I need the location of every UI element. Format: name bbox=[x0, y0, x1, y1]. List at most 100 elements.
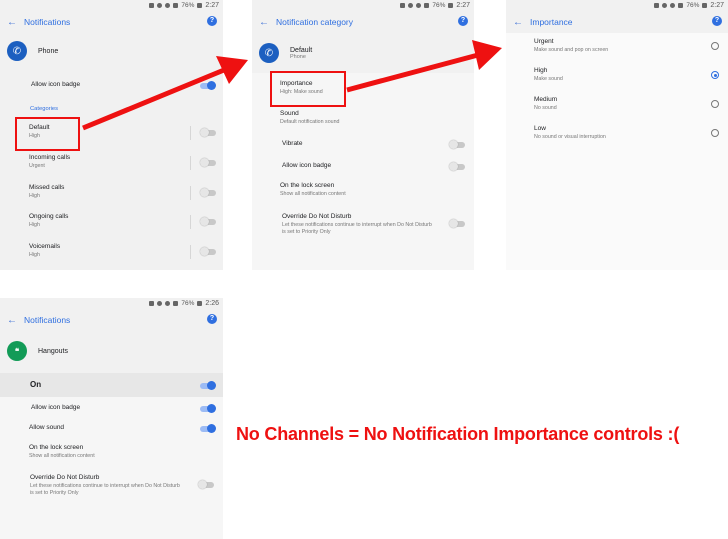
sound-label: Sound bbox=[280, 110, 299, 117]
bluetooth-icon bbox=[157, 301, 163, 306]
help-icon[interactable]: ? bbox=[458, 16, 468, 26]
battery-icon bbox=[197, 301, 203, 306]
battery-level: 76% bbox=[181, 300, 195, 307]
app-bar: ← Notifications ? bbox=[0, 309, 223, 331]
allow-icon-badge-toggle[interactable] bbox=[200, 404, 216, 413]
wifi-icon bbox=[678, 3, 684, 8]
category-importance: High bbox=[29, 193, 40, 199]
category-item-voicemails[interactable]: Voicemails High bbox=[0, 243, 223, 263]
app-name: Phone bbox=[38, 47, 59, 55]
category-item-missed-calls[interactable]: Missed calls High bbox=[0, 184, 223, 204]
divider bbox=[190, 215, 191, 229]
category-importance: High bbox=[29, 222, 40, 228]
app-bar: ← Importance ? bbox=[506, 11, 728, 33]
category-label: Voicemails bbox=[29, 243, 61, 250]
allow-icon-badge-label: Allow icon badge bbox=[31, 81, 81, 88]
master-switch-row[interactable]: On bbox=[0, 380, 223, 392]
option-radio[interactable] bbox=[711, 129, 719, 137]
battery-icon bbox=[197, 3, 203, 8]
highlight-box-default-category bbox=[15, 117, 80, 151]
phone-app-icon: ✆ bbox=[7, 41, 27, 61]
bluetooth-icon bbox=[157, 3, 163, 8]
option-radio-selected[interactable] bbox=[711, 71, 719, 79]
option-description: Make sound and pop on screen bbox=[534, 47, 609, 53]
category-toggle[interactable] bbox=[200, 158, 216, 167]
vibrate-icon bbox=[149, 301, 155, 306]
dnd-icon bbox=[670, 3, 676, 8]
sound-value: Default notification sound bbox=[280, 119, 340, 125]
wifi-icon bbox=[173, 301, 179, 306]
master-switch-toggle[interactable] bbox=[200, 381, 216, 390]
category-toggle[interactable] bbox=[200, 188, 216, 197]
help-icon[interactable]: ? bbox=[207, 314, 217, 324]
allow-sound-toggle[interactable] bbox=[200, 424, 216, 433]
dnd-icon bbox=[165, 301, 171, 306]
master-switch-label: On bbox=[30, 380, 42, 389]
screenshot-importance-dialog: 76% 2:27 ← Importance ? Urgent Make soun… bbox=[506, 0, 728, 270]
battery-level: 76% bbox=[686, 2, 700, 9]
override-dnd-label: Override Do Not Disturb bbox=[30, 474, 100, 481]
back-arrow-icon[interactable]: ← bbox=[0, 17, 24, 28]
category-importance: High bbox=[29, 252, 40, 258]
category-toggle[interactable] bbox=[200, 247, 216, 256]
battery-icon bbox=[702, 3, 708, 8]
back-arrow-icon[interactable]: ← bbox=[0, 315, 24, 326]
category-header: ✆ Default Phone bbox=[252, 33, 474, 73]
page-title: Notification category bbox=[276, 17, 354, 27]
back-arrow-icon[interactable]: ← bbox=[506, 17, 530, 28]
vibrate-row[interactable]: Vibrate bbox=[252, 140, 474, 152]
option-label: Urgent bbox=[534, 38, 554, 45]
clock: 2:27 bbox=[456, 2, 470, 9]
category-label: Incoming calls bbox=[29, 154, 71, 161]
allow-sound-label: Allow sound bbox=[29, 424, 65, 431]
importance-option-low[interactable]: Low No sound or visual interruption bbox=[506, 125, 728, 143]
divider bbox=[190, 186, 191, 200]
arrow-head-2 bbox=[472, 40, 502, 70]
clock: 2:27 bbox=[710, 2, 724, 9]
option-description: No sound bbox=[534, 105, 557, 111]
category-toggle[interactable] bbox=[200, 217, 216, 226]
back-arrow-icon[interactable]: ← bbox=[252, 17, 276, 28]
lock-screen-label: On the lock screen bbox=[280, 182, 335, 189]
status-bar: 76% 2:27 bbox=[0, 0, 223, 11]
allow-icon-badge-toggle[interactable] bbox=[449, 162, 465, 171]
clock: 2:27 bbox=[205, 2, 219, 9]
allow-sound-row[interactable]: Allow sound bbox=[0, 424, 223, 436]
option-radio[interactable] bbox=[711, 100, 719, 108]
category-item-incoming-calls[interactable]: Incoming calls Urgent bbox=[0, 154, 223, 174]
status-bar: 76% 2:26 bbox=[0, 298, 223, 309]
screenshot-notification-category: 76% 2:27 ← Notification category ? ✆ Def… bbox=[252, 0, 474, 270]
allow-icon-badge-row[interactable]: Allow icon badge bbox=[252, 162, 474, 174]
allow-icon-badge-row[interactable]: Allow icon badge bbox=[0, 404, 223, 416]
allow-icon-badge-toggle[interactable] bbox=[200, 81, 216, 90]
lock-screen-value: Show all notification content bbox=[280, 191, 346, 197]
option-radio[interactable] bbox=[711, 42, 719, 50]
app-bar: ← Notification category ? bbox=[252, 11, 474, 33]
importance-option-high[interactable]: High Make sound bbox=[506, 67, 728, 85]
allow-icon-badge-row[interactable]: Allow icon badge bbox=[0, 81, 223, 93]
override-dnd-toggle[interactable] bbox=[198, 480, 214, 489]
screenshot-notifications-hangouts: 76% 2:26 ← Notifications ? ❝ Hangouts On… bbox=[0, 298, 223, 539]
importance-option-medium[interactable]: Medium No sound bbox=[506, 96, 728, 114]
app-header: ❝ Hangouts bbox=[0, 331, 223, 371]
lock-screen-value: Show all notification content bbox=[29, 453, 95, 459]
bluetooth-icon bbox=[662, 3, 668, 8]
clock: 2:26 bbox=[205, 300, 219, 307]
vibrate-toggle[interactable] bbox=[449, 140, 465, 149]
divider bbox=[190, 156, 191, 170]
help-icon[interactable]: ? bbox=[712, 16, 722, 26]
importance-option-urgent[interactable]: Urgent Make sound and pop on screen bbox=[506, 38, 728, 56]
category-item-ongoing-calls[interactable]: Ongoing calls High bbox=[0, 213, 223, 233]
divider bbox=[190, 245, 191, 259]
battery-level: 76% bbox=[432, 2, 446, 9]
app-name: Hangouts bbox=[38, 347, 68, 355]
help-icon[interactable]: ? bbox=[207, 16, 217, 26]
option-description: Make sound bbox=[534, 76, 563, 82]
vibrate-label: Vibrate bbox=[282, 140, 303, 147]
dnd-icon bbox=[416, 3, 422, 8]
hangouts-app-icon: ❝ bbox=[7, 341, 27, 361]
override-dnd-toggle[interactable] bbox=[449, 219, 465, 228]
page-title: Importance bbox=[530, 17, 573, 27]
category-toggle[interactable] bbox=[200, 128, 216, 137]
wifi-icon bbox=[173, 3, 179, 8]
